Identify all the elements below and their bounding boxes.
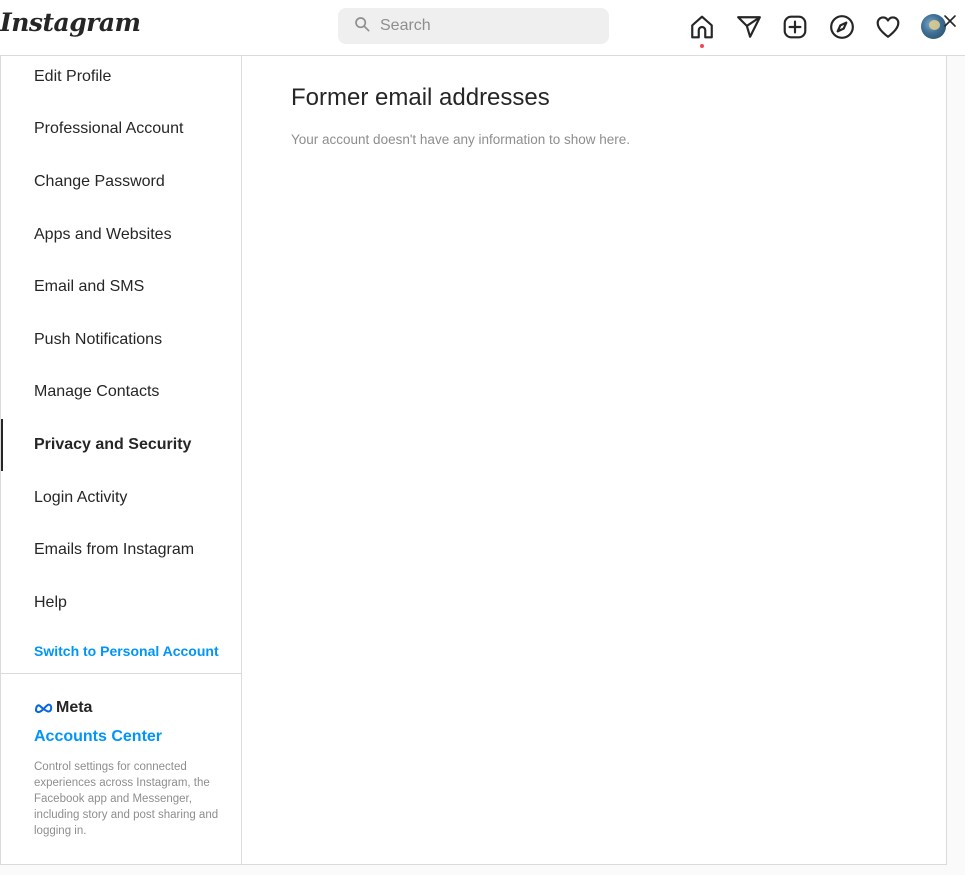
meta-infinity-icon <box>34 703 53 714</box>
new-post-icon[interactable] <box>781 13 809 41</box>
sidebar-item-manage-contacts[interactable]: Manage Contacts <box>1 366 241 418</box>
explore-icon[interactable] <box>828 13 856 41</box>
search-icon <box>354 16 370 37</box>
sidebar-item-help[interactable]: Help <box>1 577 241 629</box>
switch-to-personal-account-link[interactable]: Switch to Personal Account <box>34 643 219 659</box>
notification-dot <box>700 44 704 48</box>
accounts-center-description: Control settings for connected experienc… <box>34 761 219 837</box>
top-navigation-bar: Instagram <box>0 0 965 56</box>
sidebar-divider <box>1 673 241 674</box>
sidebar-item-apps-and-websites[interactable]: Apps and Websites <box>1 209 241 261</box>
meta-logo-text: Meta <box>56 699 93 716</box>
sidebar-item-professional-account[interactable]: Professional Account <box>1 103 241 155</box>
activity-heart-icon[interactable] <box>874 13 902 41</box>
home-icon[interactable] <box>688 13 716 41</box>
sidebar-item-email-and-sms[interactable]: Email and SMS <box>1 261 241 313</box>
direct-message-icon[interactable] <box>735 13 763 41</box>
accounts-center-link[interactable]: Accounts Center <box>34 728 162 746</box>
sidebar-item-change-password[interactable]: Change Password <box>1 156 241 208</box>
instagram-logo[interactable]: Instagram <box>0 8 141 37</box>
search-input[interactable] <box>380 17 600 35</box>
page-title: Former email addresses <box>291 84 550 111</box>
search-box[interactable] <box>338 8 609 44</box>
avatar-image <box>929 20 940 30</box>
sidebar-item-privacy-and-security[interactable]: Privacy and Security <box>1 419 241 471</box>
sidebar-item-edit-profile[interactable]: Edit Profile <box>1 51 241 103</box>
empty-state-message: Your account doesn't have any informatio… <box>291 132 631 147</box>
close-icon[interactable] <box>941 12 959 30</box>
meta-logo: Meta <box>34 699 92 717</box>
sidebar-item-login-activity[interactable]: Login Activity <box>1 472 241 524</box>
settings-sidebar: Edit Profile Professional Account Change… <box>1 56 242 864</box>
sidebar-item-push-notifications[interactable]: Push Notifications <box>1 314 241 366</box>
settings-card: Edit Profile Professional Account Change… <box>0 56 947 865</box>
sidebar-item-emails-from-instagram[interactable]: Emails from Instagram <box>1 524 241 576</box>
